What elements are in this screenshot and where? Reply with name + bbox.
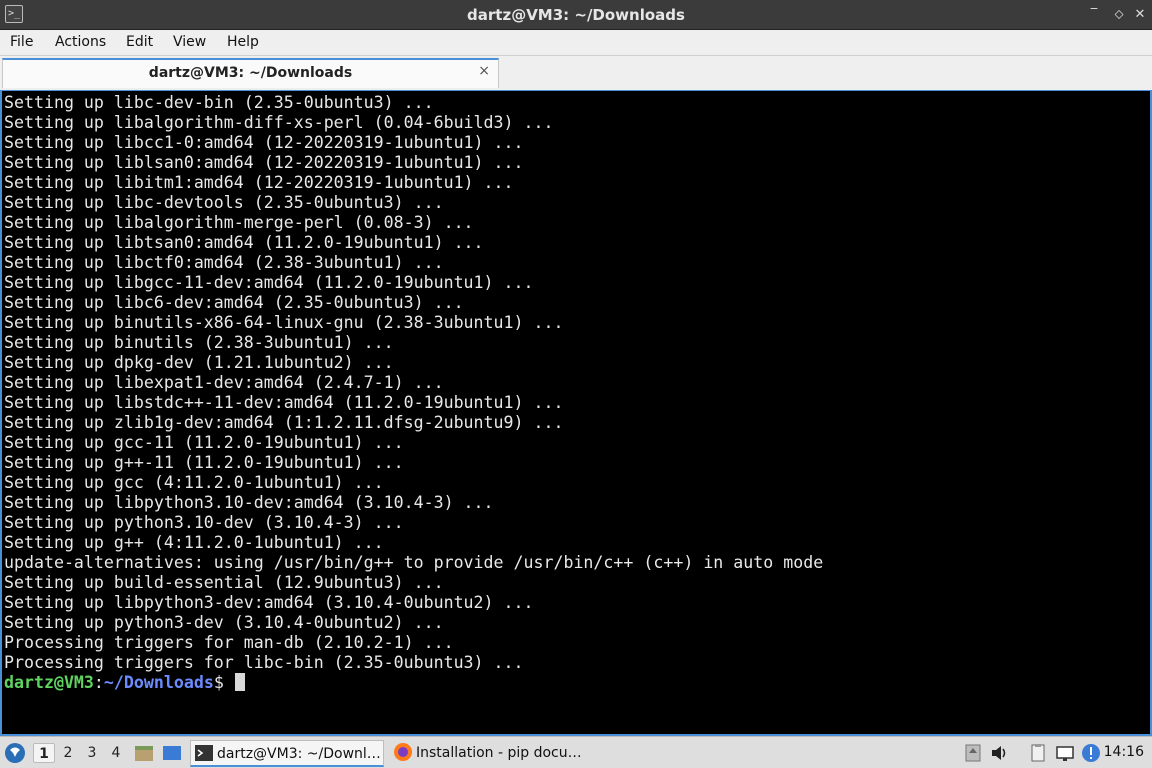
show-desktop-icon[interactable]: [161, 742, 183, 764]
terminal-line: Setting up libgcc-11-dev:amd64 (11.2.0-1…: [4, 273, 534, 292]
network-icon[interactable]: [1054, 742, 1076, 764]
workspace-4[interactable]: 4: [105, 743, 127, 763]
terminal-line: Processing triggers for man-db (2.10.2-1…: [4, 633, 454, 652]
terminal-line: Setting up binutils-x86-64-linux-gnu (2.…: [4, 313, 564, 332]
terminal-output[interactable]: Setting up libc-dev-bin (2.35-0ubuntu3) …: [0, 90, 1152, 736]
terminal-line: Setting up gcc (4:11.2.0-1ubuntu1) ...: [4, 473, 384, 492]
menu-actions[interactable]: Actions: [55, 34, 106, 50]
volume-icon[interactable]: [989, 742, 1011, 764]
terminal-line: Setting up libctf0:amd64 (2.38-3ubuntu1)…: [4, 253, 444, 272]
terminal-line: Setting up libpython3-dev:amd64 (3.10.4-…: [4, 593, 534, 612]
update-notifier-icon[interactable]: [962, 742, 984, 764]
clipboard-icon[interactable]: [1027, 742, 1049, 764]
terminal-line: Setting up gcc-11 (11.2.0-19ubuntu1) ...: [4, 433, 404, 452]
firefox-icon: [394, 743, 412, 761]
terminal-line: Setting up liblsan0:amd64 (12-20220319-1…: [4, 153, 524, 172]
prompt-symbol: $: [213, 673, 234, 692]
taskbar: 1 2 3 4 dartz@VM3: ~/Downl… Installation…: [0, 736, 1152, 768]
terminal-line: Setting up libpython3.10-dev:amd64 (3.10…: [4, 493, 494, 512]
prompt-user-host: dartz@VM3: [4, 673, 94, 692]
menu-edit[interactable]: Edit: [126, 34, 153, 50]
start-menu-icon[interactable]: [4, 742, 26, 764]
menu-view[interactable]: View: [173, 34, 206, 50]
window-titlebar: >_ dartz@VM3: ~/Downloads ‾ ⬦ ✕: [0, 0, 1152, 30]
terminal-line: Setting up libtsan0:amd64 (11.2.0-19ubun…: [4, 233, 484, 252]
prompt-separator: :: [93, 673, 104, 692]
minimize-button[interactable]: ‾: [1085, 6, 1103, 24]
workspace-1[interactable]: 1: [33, 743, 55, 763]
terminal-line: Setting up zlib1g-dev:amd64 (1:1.2.11.df…: [4, 413, 564, 432]
terminal-line: Setting up binutils (2.38-3ubuntu1) ...: [4, 333, 394, 352]
terminal-line: Setting up python3.10-dev (3.10.4-3) ...: [4, 513, 404, 532]
close-window-button[interactable]: ✕: [1131, 6, 1149, 24]
tab-strip: dartz@VM3: ~/Downloads ×: [0, 56, 1152, 90]
workspace-3[interactable]: 3: [81, 743, 103, 763]
notification-icon[interactable]: [1080, 742, 1102, 764]
terminal-line: Setting up libitm1:amd64 (12-20220319-1u…: [4, 173, 514, 192]
tab-close-icon[interactable]: ×: [478, 63, 490, 79]
terminal-line: Setting up libc6-dev:amd64 (2.35-0ubuntu…: [4, 293, 464, 312]
task-label: Installation - pip docu…: [416, 745, 582, 761]
terminal-line: Setting up python3-dev (3.10.4-0ubuntu2)…: [4, 613, 444, 632]
menu-help[interactable]: Help: [227, 34, 259, 50]
menu-bar: File Actions Edit View Help: [0, 30, 1152, 56]
menu-file[interactable]: File: [10, 34, 33, 50]
terminal-line: Setting up libcc1-0:amd64 (12-20220319-1…: [4, 133, 524, 152]
terminal-line: Setting up libalgorithm-merge-perl (0.08…: [4, 213, 474, 232]
tab-label: dartz@VM3: ~/Downloads: [148, 65, 353, 81]
terminal-line: Setting up g++ (4:11.2.0-1ubuntu1) ...: [4, 533, 384, 552]
terminal-prompt[interactable]: dartz@VM3:~/Downloads$: [4, 673, 823, 693]
terminal-line: Setting up libalgorithm-diff-xs-perl (0.…: [4, 113, 554, 132]
workspace-2[interactable]: 2: [57, 743, 79, 763]
terminal-line: update-alternatives: using /usr/bin/g++ …: [4, 553, 824, 572]
terminal-line: Setting up libexpat1-dev:amd64 (2.4.7-1)…: [4, 373, 444, 392]
prompt-path: ~/Downloads: [103, 673, 214, 692]
terminal-lines: Setting up libc-dev-bin (2.35-0ubuntu3) …: [4, 93, 823, 693]
text-cursor: [234, 673, 245, 691]
terminal-line: Setting up dpkg-dev (1.21.1ubuntu2) ...: [4, 353, 394, 372]
terminal-tab[interactable]: dartz@VM3: ~/Downloads ×: [2, 58, 499, 88]
terminal-line: Setting up libc-devtools (2.35-0ubuntu3)…: [4, 193, 444, 212]
terminal-icon: [195, 745, 213, 761]
terminal-line: Setting up build-essential (12.9ubuntu3)…: [4, 573, 444, 592]
terminal-line: Setting up libstdc++-11-dev:amd64 (11.2.…: [4, 393, 564, 412]
taskbar-task-terminal[interactable]: dartz@VM3: ~/Downl…: [190, 740, 384, 767]
terminal-line: Processing triggers for libc-bin (2.35-0…: [4, 653, 524, 672]
task-label: dartz@VM3: ~/Downl…: [217, 746, 381, 762]
taskbar-task-firefox[interactable]: Installation - pip docu…: [390, 740, 590, 767]
maximize-button[interactable]: ⬦: [1110, 6, 1128, 24]
clock[interactable]: 14:16: [1104, 744, 1144, 760]
file-manager-icon[interactable]: [133, 742, 155, 764]
window-title: dartz@VM3: ~/Downloads: [467, 6, 685, 24]
terminal-line: Setting up libc-dev-bin (2.35-0ubuntu3) …: [4, 93, 434, 112]
terminal-line: Setting up g++-11 (11.2.0-19ubuntu1) ...: [4, 453, 404, 472]
